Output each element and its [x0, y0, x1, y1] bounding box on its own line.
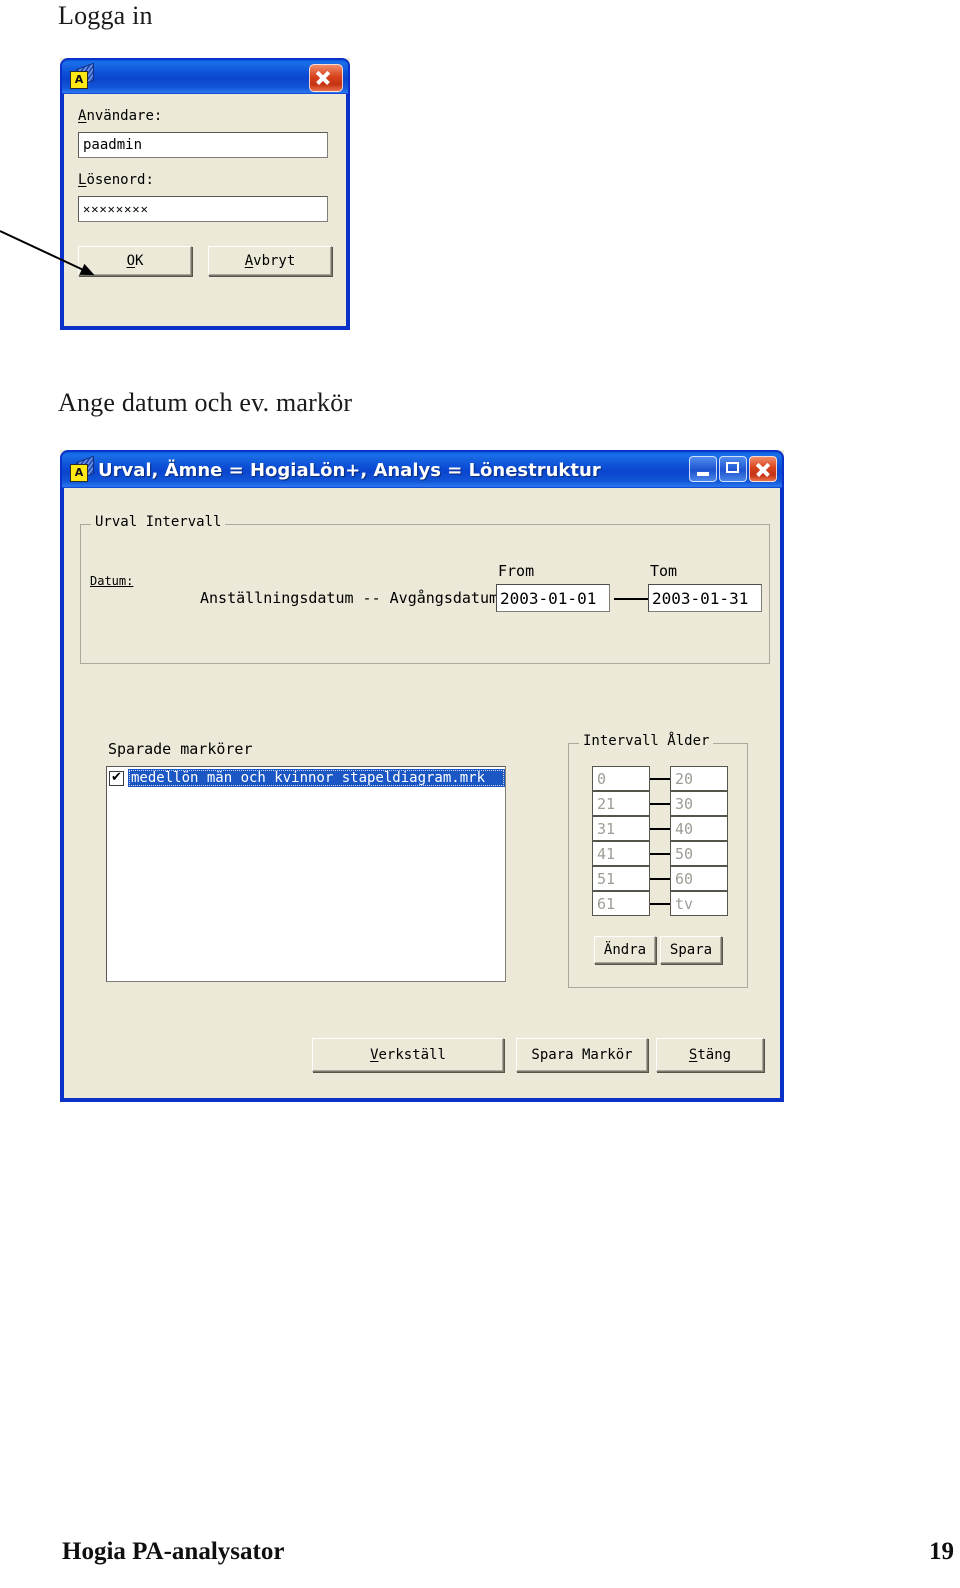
- sparade-markorer-listbox[interactable]: medellön män och kvinnor stapeldiagram.m…: [106, 766, 506, 982]
- close-icon[interactable]: [309, 64, 343, 92]
- minimize-icon[interactable]: [689, 456, 717, 482]
- date-range-connector: [614, 598, 648, 600]
- age-to-0[interactable]: 20: [670, 766, 728, 791]
- spara-markor-button[interactable]: Spara Markör: [516, 1038, 648, 1072]
- password-value: ✕✕✕✕✕✕✕✕: [83, 202, 149, 216]
- age-from-4[interactable]: 51: [592, 866, 650, 891]
- age-to-5[interactable]: tv: [670, 891, 728, 916]
- spara-button[interactable]: Spara: [660, 936, 722, 964]
- age-to-value: 50: [675, 844, 694, 863]
- cancel-button-label: Avbryt: [244, 253, 296, 269]
- age-from-5[interactable]: 61: [592, 891, 650, 916]
- tom-caption: Tom: [650, 562, 678, 580]
- age-to-1[interactable]: 30: [670, 791, 728, 816]
- footer-page-number: 19: [929, 1538, 954, 1565]
- from-date-input[interactable]: 2003-01-01: [496, 584, 610, 612]
- app-cube-icon: A: [70, 455, 94, 482]
- login-caption-buttons: [309, 64, 343, 92]
- ok-button[interactable]: OK: [78, 246, 192, 276]
- age-from-0[interactable]: 0: [592, 766, 650, 791]
- age-to-value: 60: [675, 869, 694, 888]
- age-link-3: [650, 853, 670, 855]
- age-link-5: [650, 903, 670, 905]
- footer-document-name: Hogia PA-analysator: [62, 1538, 285, 1565]
- verkstall-button-label: Verkställ: [370, 1047, 446, 1063]
- age-to-4[interactable]: 60: [670, 866, 728, 891]
- andra-button-label: Ändra: [603, 942, 647, 958]
- tom-date-input[interactable]: 2003-01-31: [648, 584, 762, 612]
- list-item-checkbox[interactable]: [109, 770, 124, 786]
- andra-button[interactable]: Ändra: [594, 936, 656, 964]
- cancel-button[interactable]: Avbryt: [208, 246, 332, 276]
- close-icon[interactable]: [749, 456, 777, 482]
- age-to-value: 20: [675, 769, 694, 788]
- stang-button-label: Stäng: [688, 1047, 732, 1063]
- app-icon-letter: A: [74, 466, 84, 479]
- urval-window-titlebar[interactable]: A Urval, Ämne = HogiaLön+, Analys = Löne…: [60, 450, 784, 488]
- age-from-1[interactable]: 21: [592, 791, 650, 816]
- age-from-value: 0: [597, 769, 607, 788]
- username-label-text: nvändare:: [86, 108, 163, 124]
- age-to-value: tv: [675, 894, 694, 913]
- age-to-value: 40: [675, 819, 694, 838]
- list-item-label: medellön män och kvinnor stapeldiagram.m…: [128, 769, 505, 787]
- password-label-text: ösenord:: [86, 172, 154, 188]
- list-item[interactable]: medellön män och kvinnor stapeldiagram.m…: [107, 767, 505, 789]
- age-link-0: [650, 778, 670, 780]
- login-dialog: A Användare: paadmin Lösenord: ✕✕✕✕✕✕✕✕ …: [60, 58, 350, 330]
- age-from-value: 41: [597, 844, 616, 863]
- age-from-value: 51: [597, 869, 616, 888]
- spara-markor-button-label: Spara Markör: [531, 1047, 633, 1063]
- maximize-icon[interactable]: [719, 456, 747, 482]
- urval-caption-buttons: [689, 456, 777, 482]
- login-dialog-body: Användare: paadmin Lösenord: ✕✕✕✕✕✕✕✕ OK…: [60, 94, 350, 330]
- password-label: Lösenord:: [78, 172, 154, 188]
- datum-range-label: Anställningsdatum -- Avgångsdatum: [200, 589, 499, 607]
- age-link-2: [650, 828, 670, 830]
- from-caption: From: [498, 562, 535, 580]
- verkstall-button[interactable]: Verkställ: [312, 1038, 504, 1072]
- sparade-markorer-label: Sparade markörer: [108, 740, 253, 758]
- spara-button-label: Spara: [669, 942, 713, 958]
- username-label: Användare:: [78, 108, 163, 124]
- app-cube-icon: A: [70, 62, 94, 89]
- age-link-4: [650, 878, 670, 880]
- password-input[interactable]: ✕✕✕✕✕✕✕✕: [78, 196, 328, 222]
- urval-intervall-group-title: Urval Intervall: [91, 514, 226, 530]
- age-from-2[interactable]: 31: [592, 816, 650, 841]
- stang-button[interactable]: Stäng: [656, 1038, 764, 1072]
- ok-button-label: OK: [126, 253, 144, 269]
- username-input[interactable]: paadmin: [78, 132, 328, 158]
- age-to-2[interactable]: 40: [670, 816, 728, 841]
- age-to-3[interactable]: 50: [670, 841, 728, 866]
- intervall-alder-group-title: Intervall Ålder: [579, 733, 714, 749]
- login-dialog-titlebar[interactable]: A: [60, 58, 350, 94]
- urval-window-title: Urval, Ämne = HogiaLön+, Analys = Lönest…: [98, 459, 601, 481]
- from-date-value: 2003-01-01: [500, 588, 597, 608]
- tom-date-value: 2003-01-31: [652, 588, 749, 608]
- app-icon-letter: A: [74, 73, 84, 86]
- urval-window: A Urval, Ämne = HogiaLön+, Analys = Löne…: [60, 450, 784, 1102]
- age-from-3[interactable]: 41: [592, 841, 650, 866]
- datum-label: Datum:: [90, 574, 134, 588]
- urval-window-body: Urval Intervall Datum: Anställningsdatum…: [60, 488, 784, 1102]
- age-link-1: [650, 803, 670, 805]
- username-value: paadmin: [83, 137, 143, 153]
- age-from-value: 21: [597, 794, 616, 813]
- age-to-value: 30: [675, 794, 694, 813]
- age-from-value: 61: [597, 894, 616, 913]
- page-title-logga-in: Logga in: [58, 1, 153, 30]
- page-subtitle-ange-datum: Ange datum och ev. markör: [58, 388, 353, 417]
- age-from-value: 31: [597, 819, 616, 838]
